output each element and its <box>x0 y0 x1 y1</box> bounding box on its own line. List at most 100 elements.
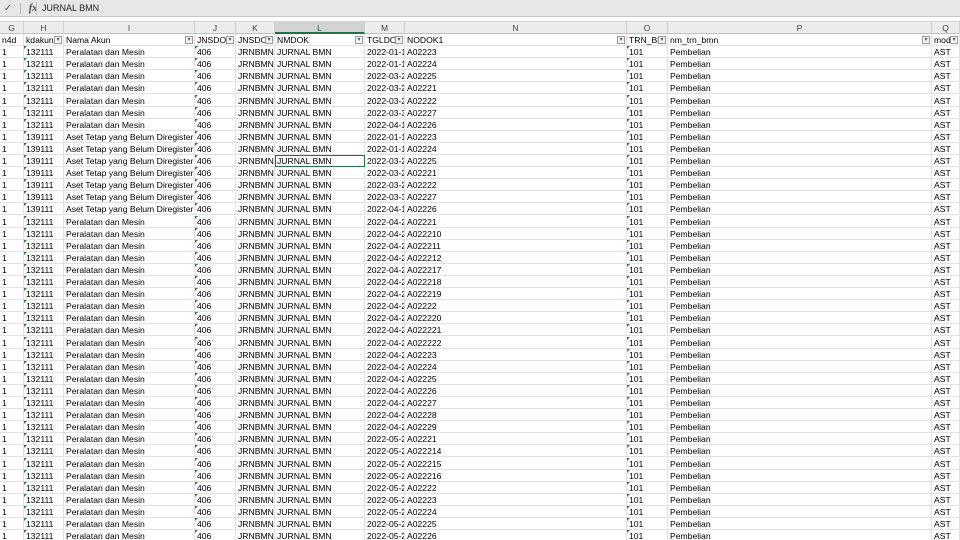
cell-l[interactable]: JURNAL BMN <box>275 481 365 494</box>
cell-q[interactable]: AST <box>932 348 960 361</box>
column-letter-m[interactable]: M <box>365 22 405 34</box>
cell-i[interactable]: Aset Tetap yang Belum Diregister <box>64 155 195 167</box>
cell-k[interactable]: JRNBMN <box>236 518 275 530</box>
cell-l[interactable]: JURNAL BMN <box>275 372 365 385</box>
cell-p[interactable]: Pembelian <box>668 155 932 167</box>
cell-o[interactable]: 101 <box>627 493 668 506</box>
cell-i[interactable]: Aset Tetap yang Belum Diregister <box>64 191 195 204</box>
cell-p[interactable]: Pembelian <box>668 300 932 313</box>
cell-j[interactable]: 406 <box>195 372 236 385</box>
cell-j[interactable]: 406 <box>195 58 236 71</box>
cell-h[interactable]: 139111 <box>24 155 64 167</box>
cell-i[interactable]: Peralatan dan Mesin <box>64 118 195 131</box>
cell-o[interactable]: 101 <box>627 106 668 119</box>
cell-i[interactable]: Peralatan dan Mesin <box>64 324 195 337</box>
cell-m[interactable]: 2022-04-2 <box>365 276 405 288</box>
cell-k[interactable]: JRNBMN <box>236 481 275 494</box>
cell-l[interactable]: JURNAL BMN <box>275 46 365 59</box>
cell-o[interactable]: 101 <box>627 239 668 252</box>
cell-q[interactable]: AST <box>932 372 960 385</box>
cell-i[interactable]: Peralatan dan Mesin <box>64 493 195 506</box>
column-letter-k[interactable]: K <box>236 22 275 34</box>
cell-p[interactable]: Pembelian <box>668 179 932 192</box>
cell-m[interactable]: 2022-05-2 <box>365 433 405 446</box>
cell-j[interactable]: 406 <box>195 276 236 288</box>
header-cell-nodok1[interactable]: NODOK1 ▾ <box>405 34 627 46</box>
cell-k[interactable]: JRNBMN <box>236 130 275 143</box>
cell-l[interactable]: JURNAL BMN <box>275 433 365 446</box>
cell-h[interactable]: 132111 <box>24 324 64 337</box>
cell-g[interactable]: 1 <box>0 94 24 107</box>
cell-g[interactable]: 1 <box>0 118 24 131</box>
cell-k[interactable]: JRNBMN <box>236 239 275 252</box>
cell-g[interactable]: 1 <box>0 167 24 180</box>
cell-g[interactable]: 1 <box>0 239 24 252</box>
cell-h[interactable]: 132111 <box>24 70 64 83</box>
header-cell-n4d[interactable]: n4d <box>0 34 24 46</box>
cell-p[interactable]: Pembelian <box>668 530 932 540</box>
cell-k[interactable]: JRNBMN <box>236 46 275 59</box>
cell-k[interactable]: JRNBMN <box>236 70 275 83</box>
cell-n[interactable]: A02224 <box>405 360 627 373</box>
cell-h[interactable]: 132111 <box>24 505 64 518</box>
cell-h[interactable]: 132111 <box>24 421 64 434</box>
cell-q[interactable]: AST <box>932 469 960 482</box>
cell-l[interactable]: JURNAL BMN <box>275 155 365 167</box>
cell-p[interactable]: Pembelian <box>668 312 932 325</box>
cell-h[interactable]: 139111 <box>24 179 64 192</box>
cell-q[interactable]: AST <box>932 82 960 95</box>
cell-q[interactable]: AST <box>932 167 960 180</box>
cell-j[interactable]: 406 <box>195 167 236 180</box>
cell-n[interactable]: A02221 <box>405 433 627 446</box>
cell-n[interactable]: A022219 <box>405 288 627 301</box>
cell-i[interactable]: Peralatan dan Mesin <box>64 106 195 119</box>
cell-h[interactable]: 132111 <box>24 433 64 446</box>
cell-p[interactable]: Pembelian <box>668 372 932 385</box>
cell-i[interactable]: Peralatan dan Mesin <box>64 384 195 397</box>
cell-q[interactable]: AST <box>932 433 960 446</box>
cell-j[interactable]: 406 <box>195 203 236 216</box>
cell-j[interactable]: 406 <box>195 300 236 313</box>
cell-g[interactable]: 1 <box>0 130 24 143</box>
cell-i[interactable]: Peralatan dan Mesin <box>64 263 195 276</box>
cell-n[interactable]: A02223 <box>405 130 627 143</box>
cell-l[interactable]: JURNAL BMN <box>275 167 365 180</box>
cell-k[interactable]: JRNBMN <box>236 469 275 482</box>
cell-k[interactable]: JRNBMN <box>236 324 275 337</box>
cell-h[interactable]: 132111 <box>24 360 64 373</box>
cell-i[interactable]: Peralatan dan Mesin <box>64 227 195 240</box>
cell-n[interactable]: A02223 <box>405 348 627 361</box>
cell-g[interactable]: 1 <box>0 481 24 494</box>
cell-h[interactable]: 132111 <box>24 276 64 288</box>
column-letter-g[interactable]: G <box>0 22 24 34</box>
filter-dropdown-icon[interactable]: ▾ <box>185 36 193 44</box>
cell-l[interactable]: JURNAL BMN <box>275 142 365 155</box>
cell-p[interactable]: Pembelian <box>668 493 932 506</box>
cell-g[interactable]: 1 <box>0 251 24 264</box>
header-cell-tgldok[interactable]: TGLDOK ▾ <box>365 34 405 46</box>
cell-k[interactable]: JRNBMN <box>236 336 275 349</box>
cell-k[interactable]: JRNBMN <box>236 505 275 518</box>
cell-g[interactable]: 1 <box>0 70 24 83</box>
cell-i[interactable]: Peralatan dan Mesin <box>64 360 195 373</box>
header-cell-nmdok[interactable]: NMDOK ▾ <box>275 34 365 46</box>
cell-i[interactable]: Peralatan dan Mesin <box>64 251 195 264</box>
cell-o[interactable]: 101 <box>627 445 668 458</box>
cell-o[interactable]: 101 <box>627 46 668 59</box>
cell-n[interactable]: A02221 <box>405 82 627 95</box>
cell-g[interactable]: 1 <box>0 409 24 422</box>
cell-j[interactable]: 406 <box>195 324 236 337</box>
cell-n[interactable]: A02225 <box>405 372 627 385</box>
cell-i[interactable]: Peralatan dan Mesin <box>64 457 195 470</box>
cell-n[interactable]: A02226 <box>405 203 627 216</box>
cell-i[interactable]: Peralatan dan Mesin <box>64 409 195 422</box>
cell-o[interactable]: 101 <box>627 191 668 204</box>
cell-o[interactable]: 101 <box>627 70 668 83</box>
cell-h[interactable]: 132111 <box>24 300 64 313</box>
cell-m[interactable]: 2022-05-2 <box>365 481 405 494</box>
cell-l[interactable]: JURNAL BMN <box>275 215 365 228</box>
cell-o[interactable]: 101 <box>627 203 668 216</box>
cell-m[interactable]: 2022-05-2 <box>365 469 405 482</box>
cell-g[interactable]: 1 <box>0 263 24 276</box>
cell-k[interactable]: JRNBMN <box>236 155 275 167</box>
